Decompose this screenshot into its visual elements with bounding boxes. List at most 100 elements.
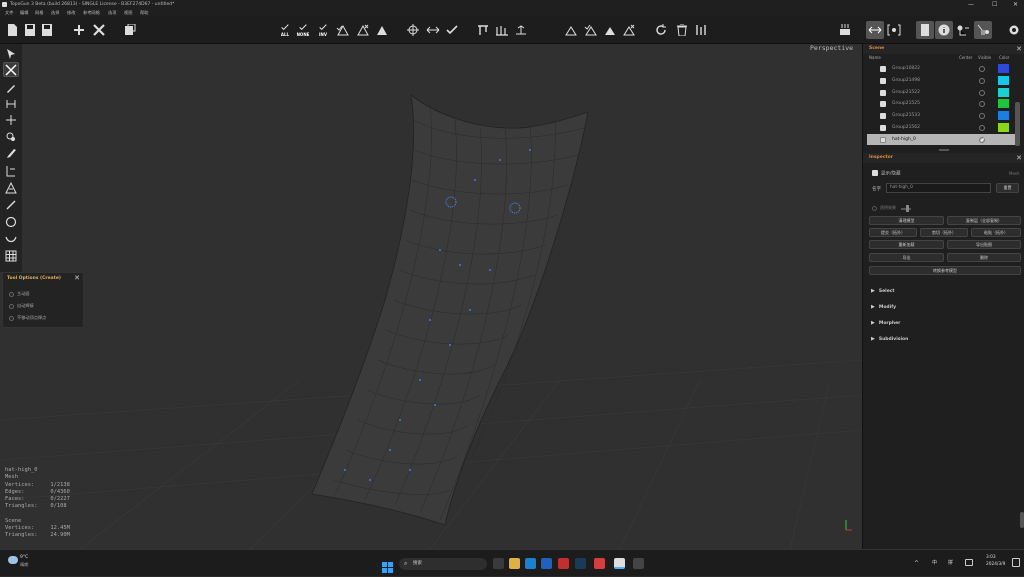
delete-object-button[interactable]: 删除 — [947, 253, 1021, 262]
app-icon-2[interactable] — [594, 558, 605, 569]
menu-reference-mesh[interactable]: 参考网格 — [83, 9, 100, 16]
hierarchy-button[interactable] — [954, 21, 972, 39]
option-auto-weld[interactable]: 自动焊接 — [9, 303, 34, 309]
visibility-checkbox[interactable] — [880, 101, 886, 108]
close-icon[interactable]: ✕ — [1016, 153, 1022, 163]
color-swatch[interactable] — [998, 75, 1009, 85]
filter-toggle[interactable] — [974, 21, 992, 39]
brush-tool[interactable] — [3, 146, 19, 161]
view-toggle-button[interactable] — [885, 21, 903, 39]
knife-tool[interactable] — [3, 197, 19, 212]
visibility-checkbox[interactable] — [880, 113, 886, 120]
visibility-checkbox[interactable] — [880, 136, 886, 143]
create-tool[interactable] — [3, 62, 19, 77]
maximize-button[interactable]: ☐ — [992, 0, 997, 9]
select-faces-button[interactable] — [443, 21, 461, 39]
remove-button[interactable] — [90, 21, 108, 39]
paste-topo-button[interactable]: 粘贴（拓扑） — [971, 228, 1021, 237]
triangle-tool-4-button[interactable] — [620, 21, 638, 39]
center-radio[interactable] — [979, 113, 985, 120]
section-morpher[interactable]: Morpher — [871, 320, 901, 326]
color-swatch[interactable] — [998, 87, 1009, 97]
scene-row[interactable]: Group21525 — [867, 98, 1017, 110]
select-tool[interactable] — [3, 46, 19, 61]
ime-language[interactable]: 中 — [932, 559, 937, 566]
menu-mesh[interactable]: 网格 — [35, 9, 43, 16]
search-box[interactable]: 搜索 — [399, 558, 487, 570]
menu-edit[interactable]: 编辑 — [20, 9, 28, 16]
select-vertices-button[interactable] — [404, 21, 422, 39]
menu-options[interactable]: 选项 — [108, 9, 116, 16]
menu-select[interactable]: 选择 — [51, 9, 59, 16]
scene-row[interactable]: hat-high_0 ✔ — [867, 133, 1017, 146]
inspector-toggle[interactable] — [935, 21, 953, 39]
minimize-button[interactable]: — — [968, 0, 974, 9]
center-radio[interactable] — [979, 66, 985, 72]
start-button[interactable] — [382, 558, 393, 573]
opacity-slider-handle[interactable] — [906, 205, 909, 212]
convert-reference-button[interactable]: 转换参考模型 — [869, 266, 1021, 275]
panel-splitter[interactable] — [939, 149, 949, 151]
add-button[interactable] — [70, 21, 88, 39]
circle-tool[interactable] — [3, 214, 19, 229]
color-swatch[interactable] — [998, 99, 1009, 109]
render-button[interactable] — [836, 21, 854, 39]
photoshop-icon[interactable] — [575, 558, 586, 569]
center-radio[interactable] — [979, 89, 985, 96]
load-reference-button[interactable] — [121, 21, 139, 39]
bridge-tool[interactable] — [3, 163, 19, 178]
edge-icon[interactable] — [525, 558, 536, 569]
export-button[interactable]: 导出 — [869, 253, 944, 262]
cut-topo-button[interactable]: 剪切（拓扑） — [920, 228, 968, 237]
export-map-button[interactable]: 导出贴图 — [947, 240, 1021, 249]
menu-help[interactable]: 帮助 — [140, 9, 148, 16]
close-button[interactable]: ✕ — [1013, 0, 1018, 9]
tool-settings-button[interactable] — [692, 21, 710, 39]
settings-button[interactable] — [1005, 21, 1023, 39]
resize-toggle[interactable] — [866, 21, 884, 39]
app-icon-3[interactable] — [633, 558, 644, 569]
menu-file[interactable]: 文件 — [5, 9, 13, 16]
fill-tool[interactable] — [3, 180, 19, 195]
refresh-button[interactable] — [652, 21, 670, 39]
save-as-button[interactable] — [38, 21, 56, 39]
option-active-face[interactable]: 主动面 — [9, 291, 30, 297]
select-none-button[interactable]: NONE — [294, 21, 312, 39]
center-radio[interactable] — [979, 77, 985, 84]
visibility-checkbox[interactable] — [880, 125, 886, 131]
network-icon[interactable] — [965, 559, 973, 566]
weather-icon[interactable] — [8, 556, 18, 564]
relax-button[interactable] — [512, 21, 530, 39]
visibility-checkbox[interactable] — [880, 77, 886, 84]
delete-button[interactable] — [673, 21, 691, 39]
align-button[interactable] — [474, 21, 492, 39]
triangle-tool-3-button[interactable] — [601, 21, 619, 39]
notification-icon[interactable] — [1012, 558, 1020, 567]
scene-row[interactable]: Group21562 — [867, 122, 1017, 134]
scene-panel-toggle[interactable] — [916, 21, 934, 39]
menu-modify[interactable]: 修改 — [67, 9, 75, 16]
option-no-move-weld[interactable]: 不移动顶点焊点 — [9, 315, 46, 321]
task-view-icon[interactable] — [493, 558, 504, 569]
visibility-checkbox[interactable] — [880, 66, 886, 72]
section-select[interactable]: Select — [871, 288, 895, 294]
triangle-tool-2-button[interactable] — [582, 21, 600, 39]
3d-viewport[interactable] — [0, 44, 862, 549]
close-icon[interactable]: ✕ — [1016, 44, 1022, 54]
app-icon-red[interactable] — [558, 558, 569, 569]
bend-tool[interactable] — [3, 231, 19, 246]
chevron-up-icon[interactable]: ^ — [914, 560, 919, 567]
extract-topo-button[interactable]: 提交（拓扑） — [869, 228, 917, 237]
save-button[interactable] — [21, 21, 39, 39]
close-icon[interactable]: ✕ — [74, 274, 80, 282]
visibility-checkbox[interactable] — [880, 89, 886, 96]
invert-selection-button[interactable]: INV — [314, 21, 332, 39]
slide-tool[interactable] — [3, 112, 19, 127]
edge-tool[interactable] — [3, 96, 19, 111]
clock-time[interactable]: 3:03 — [986, 555, 996, 560]
shrink-selection-button[interactable] — [354, 21, 372, 39]
section-subdivision[interactable]: Subdivision — [871, 336, 908, 342]
scene-row[interactable]: Group10822 — [867, 63, 1017, 75]
scene-row[interactable]: Group21533 — [867, 110, 1017, 122]
select-all-button[interactable]: ALL — [276, 21, 294, 39]
